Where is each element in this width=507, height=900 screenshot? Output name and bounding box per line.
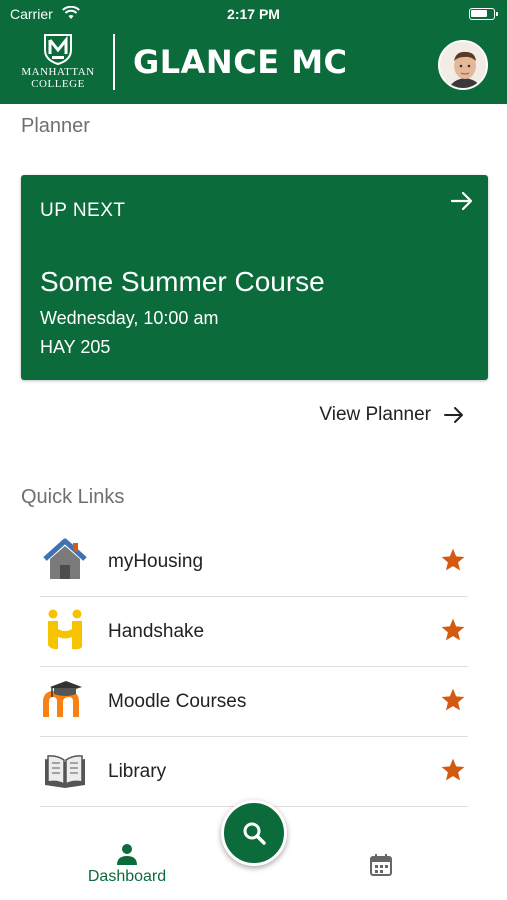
quick-link-handshake[interactable]: Handshake bbox=[40, 597, 468, 667]
quick-link-moodle[interactable]: Moodle Courses bbox=[40, 667, 468, 737]
app-screen: Carrier 2:17 PM MANHATTAN COLLEGE GLANCE… bbox=[0, 0, 507, 900]
user-avatar[interactable] bbox=[438, 40, 488, 90]
quick-link-label: myHousing bbox=[108, 551, 204, 572]
quick-link-label: Moodle Courses bbox=[108, 691, 247, 712]
book-icon bbox=[45, 755, 85, 788]
arrow-right-icon[interactable] bbox=[448, 187, 476, 215]
quick-link-label: Handshake bbox=[108, 621, 205, 642]
up-next-card[interactable]: UP NEXT Some Summer Course Wednesday, 10… bbox=[21, 175, 488, 380]
search-button[interactable] bbox=[221, 800, 287, 866]
course-time: Wednesday, 10:00 am bbox=[40, 308, 219, 328]
handshake-icon bbox=[48, 609, 82, 650]
star-icon[interactable] bbox=[440, 757, 466, 783]
college-name-line2: COLLEGE bbox=[31, 78, 85, 90]
arrow-right-icon bbox=[444, 407, 463, 423]
star-icon[interactable] bbox=[440, 617, 466, 643]
house-icon bbox=[43, 538, 87, 579]
tab-dashboard-label: Dashboard bbox=[87, 868, 167, 885]
user-photo-icon bbox=[440, 42, 486, 88]
quick-link-label: Library bbox=[108, 761, 167, 782]
course-name: Some Summer Course bbox=[40, 266, 325, 297]
battery-icon bbox=[469, 8, 498, 20]
header-divider bbox=[113, 34, 115, 90]
view-planner-label: View Planner bbox=[319, 404, 431, 425]
app-header: MANHATTAN COLLEGE GLANCE MC bbox=[0, 28, 507, 104]
college-logo: MANHATTAN COLLEGE bbox=[18, 32, 98, 96]
calendar-icon[interactable] bbox=[368, 852, 394, 878]
star-icon[interactable] bbox=[440, 687, 466, 713]
up-next-label: UP NEXT bbox=[40, 200, 126, 221]
course-room: HAY 205 bbox=[40, 337, 111, 357]
moodle-icon bbox=[43, 681, 82, 717]
status-time: 2:17 PM bbox=[227, 6, 280, 22]
battery-level bbox=[471, 10, 487, 17]
quick-links-section-title: Quick Links bbox=[21, 486, 125, 508]
planner-section-title: Planner bbox=[21, 115, 90, 137]
quick-link-myhousing[interactable]: myHousing bbox=[40, 527, 468, 597]
quick-links-list: myHousing Handshake Moodle Courses Libra… bbox=[40, 527, 468, 807]
app-title: GLANCE MC bbox=[133, 43, 348, 81]
search-icon bbox=[243, 822, 266, 845]
status-bar: Carrier 2:17 PM bbox=[0, 0, 507, 28]
college-crest-icon bbox=[44, 34, 72, 66]
tab-dashboard[interactable]: Dashboard bbox=[80, 842, 174, 886]
star-icon[interactable] bbox=[440, 547, 466, 573]
person-icon bbox=[117, 844, 137, 865]
quick-link-library[interactable]: Library bbox=[40, 737, 468, 807]
college-name-line1: MANHATTAN bbox=[21, 66, 95, 78]
view-planner-link[interactable]: View Planner bbox=[319, 404, 465, 426]
